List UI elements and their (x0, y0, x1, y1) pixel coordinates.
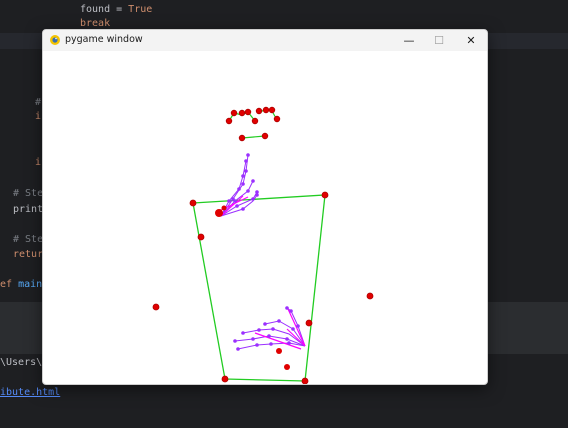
minimize-button[interactable]: — (393, 30, 425, 51)
window-title: pygame window (65, 34, 143, 45)
hand-upper (215, 153, 259, 217)
minimize-icon: — (403, 34, 415, 47)
code-true: True (128, 4, 153, 15)
code-if-fragment-2: i (35, 157, 42, 168)
pygame-snake-icon (50, 35, 60, 45)
code-comment-hash: # (35, 97, 42, 108)
terminal-path: \Users\ (0, 357, 43, 368)
code-return: retur (13, 249, 44, 260)
code-comment-step-2: # Ste (13, 234, 44, 245)
code-def-main: ef main( (0, 278, 48, 292)
maximize-button[interactable]: ☐ (423, 30, 455, 51)
code-line-found: found = True (80, 3, 152, 17)
close-button[interactable]: ✕ (455, 30, 487, 51)
maximize-icon: ☐ (434, 34, 444, 47)
face-landmarks (225, 106, 281, 142)
code-def: ef (0, 279, 19, 290)
hand-lower (233, 306, 306, 370)
code-comment-step-1: # Ste (13, 188, 44, 199)
window-titlebar[interactable]: pygame window — ☐ ✕ (43, 30, 487, 51)
code-if-fragment: i (35, 111, 42, 122)
code-found: found = (80, 4, 129, 15)
terminal-link[interactable]: ibute.html (0, 386, 60, 400)
body-skeleton (152, 191, 374, 384)
pygame-window[interactable]: pygame window — ☐ ✕ (42, 29, 488, 385)
close-icon: ✕ (466, 34, 476, 47)
code-print: print (13, 204, 44, 215)
pose-canvas (152, 106, 374, 384)
